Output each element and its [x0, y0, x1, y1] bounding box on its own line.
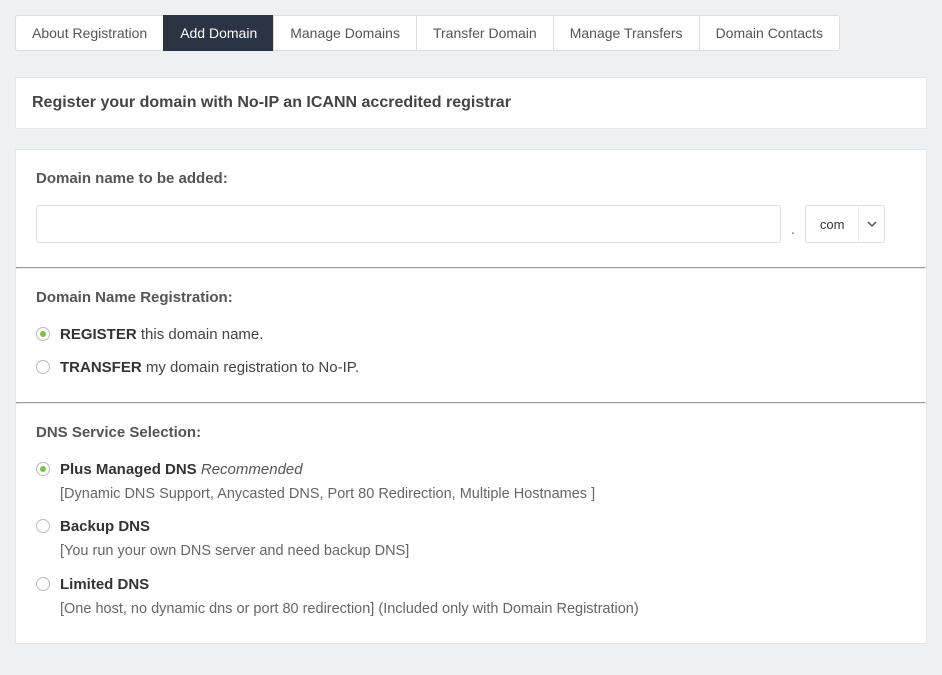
tab-domain-contacts[interactable]: Domain Contacts: [699, 15, 840, 51]
registration-type-label: Domain Name Registration:: [36, 289, 906, 306]
tab-add-domain[interactable]: Add Domain: [163, 15, 274, 51]
registration-type-section: Domain Name Registration: REGISTER this …: [16, 269, 926, 402]
radio-input-transfer[interactable]: [36, 360, 50, 374]
radio-option-transfer[interactable]: TRANSFER my domain registration to No-IP…: [36, 357, 906, 378]
domain-input-section: Domain name to be added: . com: [16, 150, 926, 267]
radio-label-backup-dns: Backup DNS [You run your own DNS server …: [60, 516, 409, 561]
domain-input-row: . com: [36, 205, 906, 243]
radio-input-limited-dns[interactable]: [36, 577, 50, 591]
tab-transfer-domain[interactable]: Transfer Domain: [416, 15, 554, 51]
page-title: Register your domain with No-IP an ICANN…: [32, 94, 910, 112]
radio-option-backup-dns[interactable]: Backup DNS [You run your own DNS server …: [36, 516, 906, 561]
main-form-panel: Domain name to be added: . com Domain Na…: [15, 149, 927, 644]
radio-input-plus-dns[interactable]: [36, 462, 50, 476]
radio-label-transfer: TRANSFER my domain registration to No-IP…: [60, 357, 359, 378]
radio-label-register: REGISTER this domain name.: [60, 324, 263, 345]
domain-input-label: Domain name to be added:: [36, 170, 906, 187]
tab-manage-domains[interactable]: Manage Domains: [273, 15, 417, 51]
radio-label-limited-dns: Limited DNS [One host, no dynamic dns or…: [60, 574, 639, 619]
tab-bar: About Registration Add Domain Manage Dom…: [15, 15, 927, 51]
limited-dns-description: [One host, no dynamic dns or port 80 red…: [60, 599, 639, 619]
dns-selection-section: DNS Service Selection: Plus Managed DNS …: [16, 404, 926, 643]
backup-dns-description: [You run your own DNS server and need ba…: [60, 541, 409, 561]
tab-about-registration[interactable]: About Registration: [15, 15, 164, 51]
tld-selected-value: com: [806, 206, 859, 242]
radio-input-register[interactable]: [36, 327, 50, 341]
page-header-panel: Register your domain with No-IP an ICANN…: [15, 77, 927, 129]
chevron-down-icon[interactable]: [858, 206, 884, 242]
radio-option-limited-dns[interactable]: Limited DNS [One host, no dynamic dns or…: [36, 574, 906, 619]
dns-selection-label: DNS Service Selection:: [36, 424, 906, 441]
plus-dns-description: [Dynamic DNS Support, Anycasted DNS, Por…: [60, 484, 595, 504]
tld-dropdown[interactable]: com: [805, 205, 886, 243]
domain-name-input[interactable]: [36, 205, 781, 243]
radio-input-backup-dns[interactable]: [36, 519, 50, 533]
tab-manage-transfers[interactable]: Manage Transfers: [553, 15, 700, 51]
radio-label-plus-dns: Plus Managed DNS Recommended [Dynamic DN…: [60, 459, 595, 504]
radio-option-plus-dns[interactable]: Plus Managed DNS Recommended [Dynamic DN…: [36, 459, 906, 504]
radio-option-register[interactable]: REGISTER this domain name.: [36, 324, 906, 345]
domain-dot-separator: .: [789, 221, 797, 243]
